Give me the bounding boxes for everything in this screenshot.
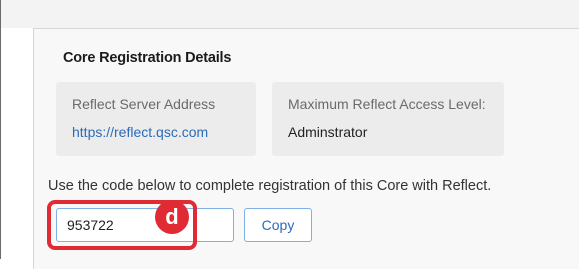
registration-code-field[interactable] (56, 208, 234, 242)
access-level-value: Adminstrator (288, 124, 368, 140)
server-address-link[interactable]: https://reflect.qsc.com (72, 124, 208, 140)
access-level-label: Maximum Reflect Access Level: (288, 96, 486, 112)
registration-instruction: Use the code below to complete registrat… (48, 178, 492, 194)
panel-top-strip (1, 0, 579, 28)
section-title: Core Registration Details (63, 50, 232, 66)
copy-button[interactable]: Copy (244, 208, 312, 242)
window-left-border (0, 0, 1, 259)
server-address-label: Reflect Server Address (72, 96, 216, 112)
access-level-card: Maximum Reflect Access Level: Adminstrat… (272, 82, 504, 156)
annotation-badge: d (155, 200, 189, 234)
server-address-card: Reflect Server Address https://reflect.q… (56, 82, 256, 156)
